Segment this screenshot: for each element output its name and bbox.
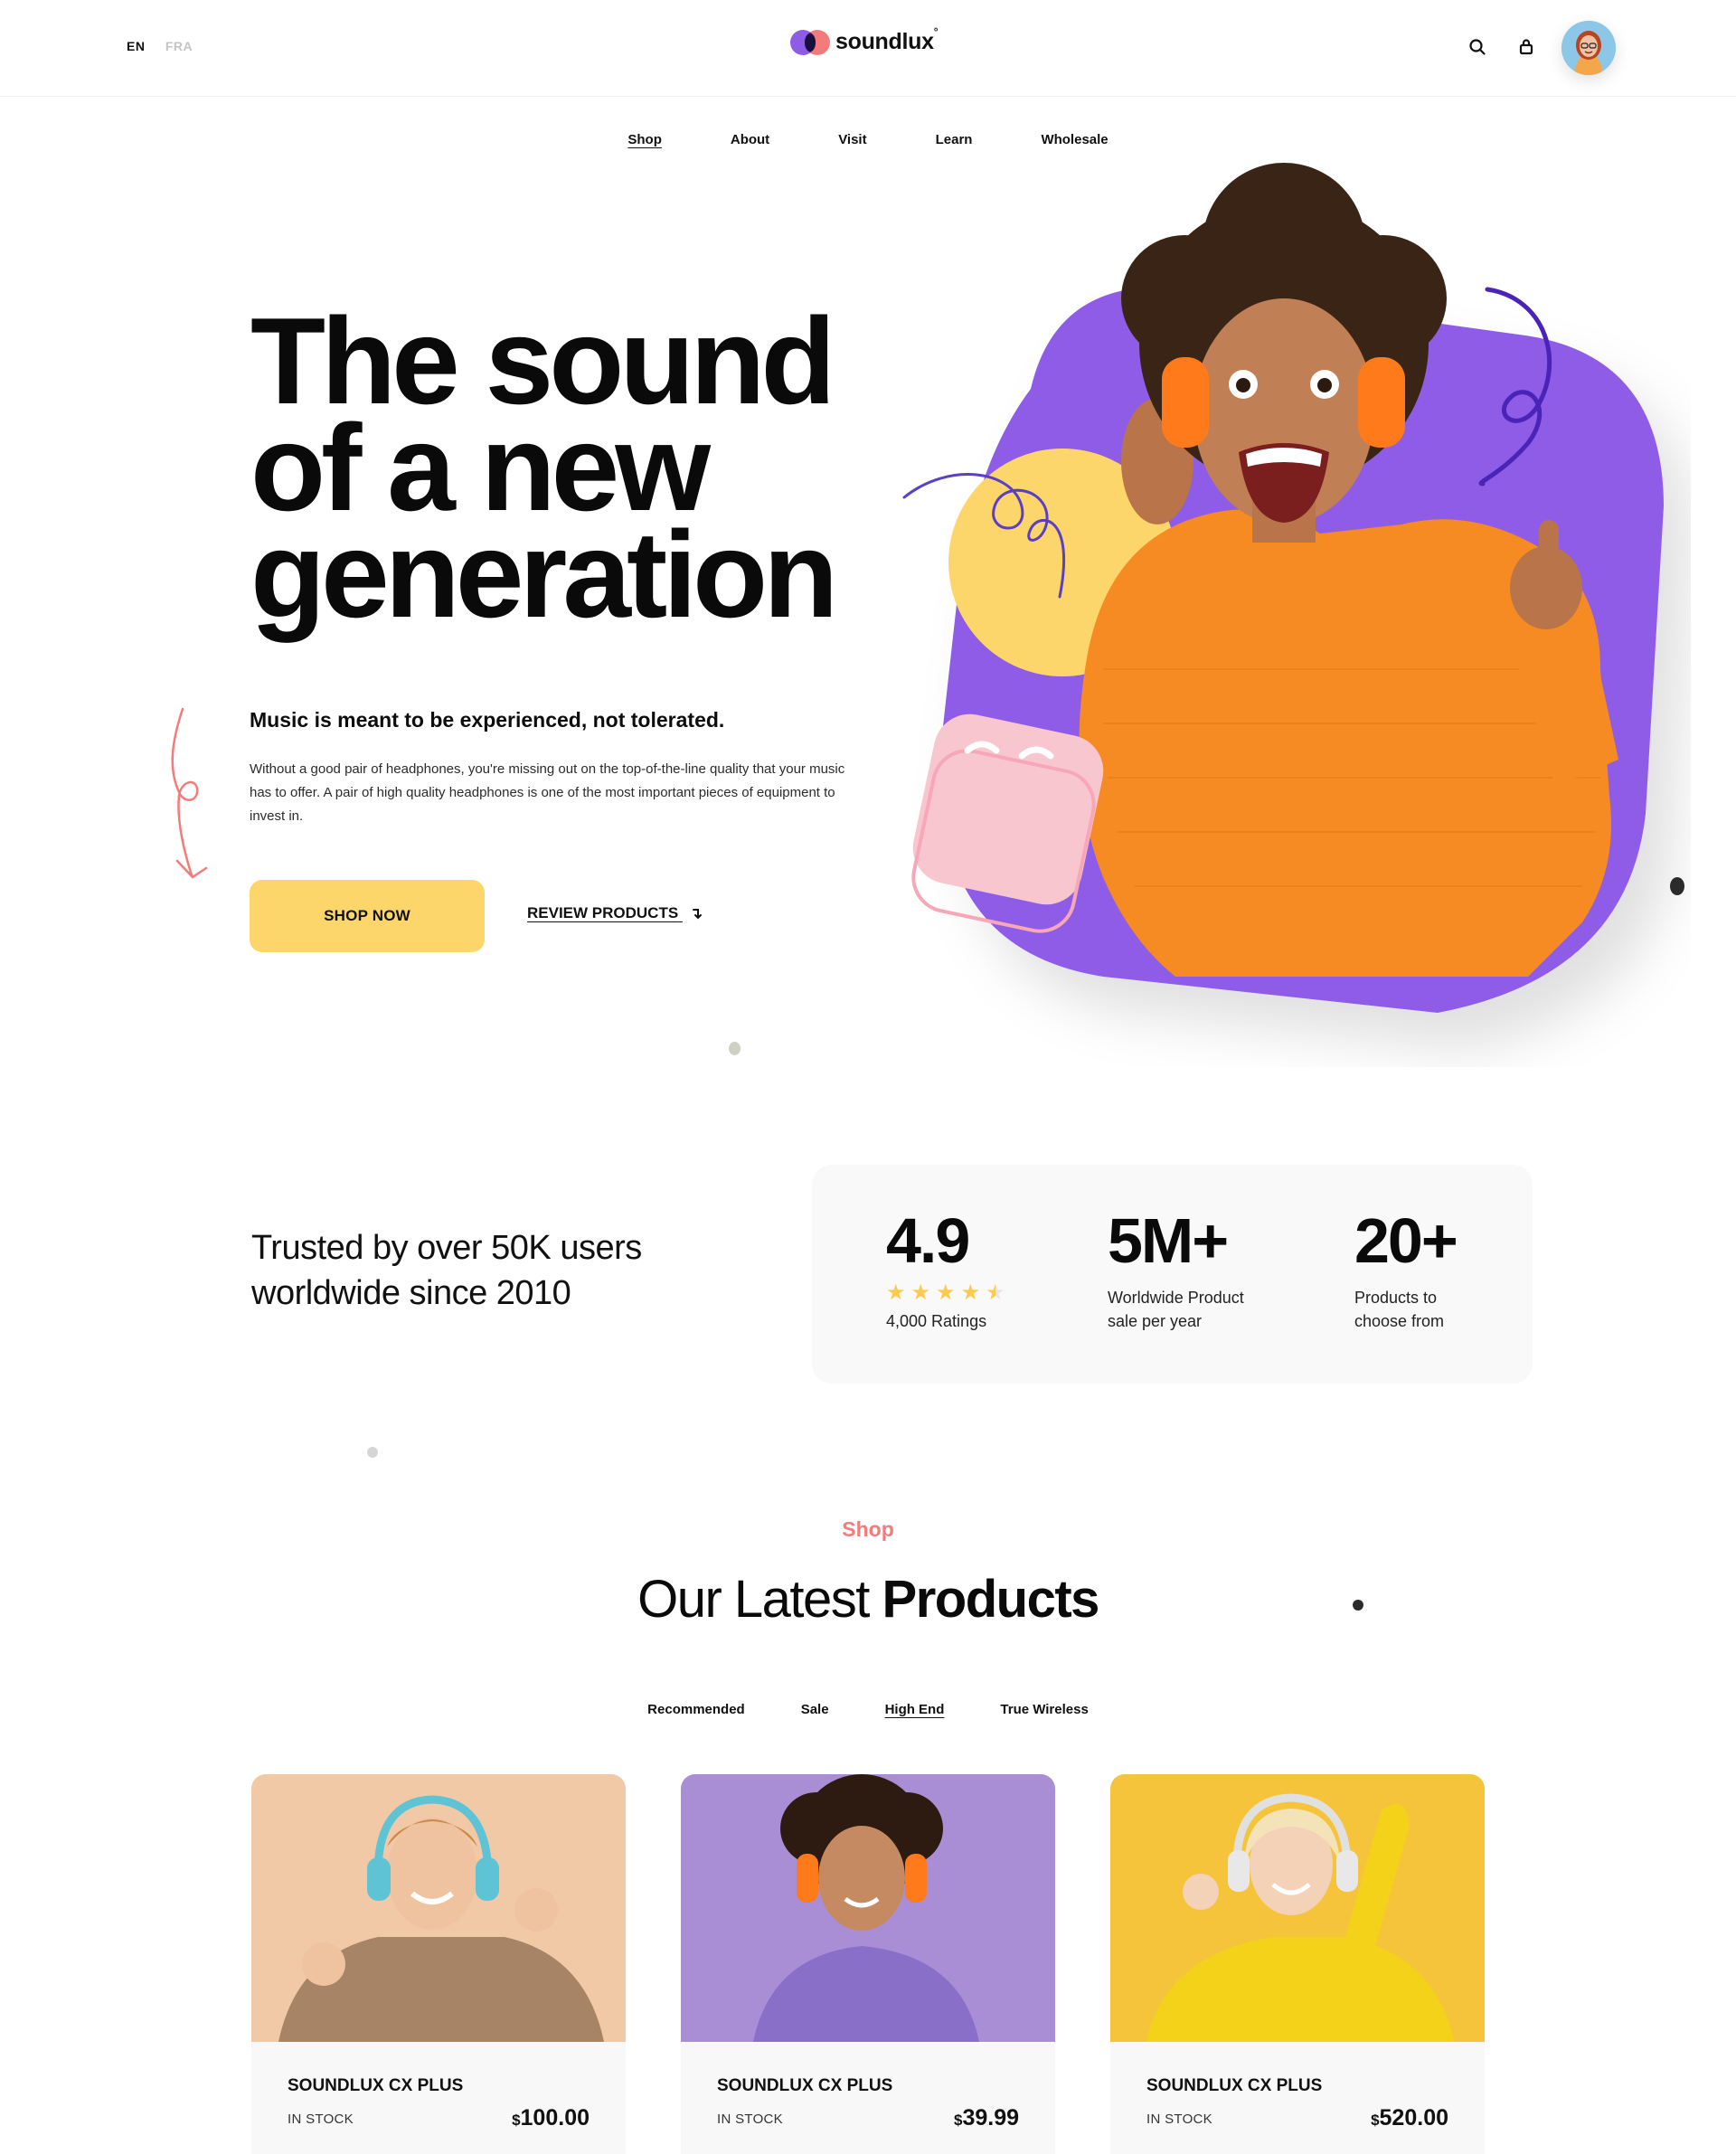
star-icon: ★ (886, 1280, 906, 1305)
decor-dot (367, 1447, 378, 1458)
review-products-link[interactable]: REVIEW PRODUCTS (527, 904, 703, 922)
star-icon: ★ (960, 1280, 981, 1305)
product-price: $100.00 (512, 2105, 590, 2130)
product-filter-tabs: Recommended Sale High End True Wireless (0, 1702, 1736, 1717)
user-avatar[interactable] (1561, 21, 1616, 75)
product-image (251, 1774, 626, 2042)
shopping-bag-icon[interactable] (1515, 36, 1537, 58)
product-name: SOUNDLUX CX PLUS (717, 2076, 893, 2095)
decor-dot (729, 1042, 741, 1055)
hero-subtitle: Music is meant to be experienced, not to… (250, 708, 725, 732)
curly-arrow-icon (171, 707, 208, 879)
site-header: EN FRA soundlux° (0, 0, 1736, 97)
brand-name: soundlux° (835, 24, 939, 54)
product-card[interactable]: SOUNDLUX CX PLUS IN STOCK $100.00 (251, 1774, 626, 2154)
shop-now-button[interactable]: SHOP NOW (250, 880, 485, 952)
review-products-label: REVIEW PRODUCTS (527, 904, 679, 921)
hero-title: The sound of a new generation (250, 299, 938, 636)
stat-products: 20+ Products to choose from (1354, 1205, 1458, 1333)
product-image (1110, 1774, 1485, 2042)
stat-label: 4,000 Ratings (886, 1312, 987, 1330)
product-name: SOUNDLUX CX PLUS (1146, 2076, 1323, 2095)
stats-card: 4.9 ★ ★ ★ ★ ★ 4,000 Ratings 5M+ Worldwid… (812, 1165, 1533, 1384)
product-card[interactable]: SOUNDLUX CX PLUS IN STOCK $520.00 (1110, 1774, 1485, 2154)
stat-label: Products to choose from (1354, 1289, 1445, 1330)
product-name: SOUNDLUX CX PLUS (288, 2076, 464, 2095)
language-switcher: EN FRA (127, 39, 193, 53)
hero-title-line: generation (250, 505, 838, 643)
stat-value: 4.9 (886, 1205, 970, 1276)
star-icon: ★ (936, 1280, 956, 1305)
stat-value: 5M+ (1108, 1205, 1229, 1276)
product-image (681, 1774, 1055, 2042)
stock-status: IN STOCK (717, 2111, 783, 2127)
avatar-portrait-icon (1561, 21, 1616, 75)
lang-fra-link[interactable]: FRA (165, 39, 193, 53)
section-eyebrow: Shop (842, 1517, 894, 1541)
stat-rating: 4.9 ★ ★ ★ ★ ★ 4,000 Ratings (886, 1205, 1005, 1333)
stat-value: 20+ (1354, 1205, 1458, 1276)
hero-illustration (902, 163, 1684, 1013)
stat-label: Worldwide Product sale per year (1108, 1289, 1244, 1330)
nav-item-visit[interactable]: Visit (838, 132, 866, 147)
filter-tab-recommended[interactable]: Recommended (647, 1702, 745, 1717)
trust-headline-line: Trusted by over 50K users (251, 1229, 642, 1267)
arrow-down-right-icon (692, 909, 702, 920)
headphone-right (1358, 357, 1405, 448)
nav-item-shop[interactable]: Shop (627, 132, 662, 147)
product-price: $520.00 (1371, 2105, 1448, 2130)
product-card[interactable]: SOUNDLUX CX PLUS IN STOCK $39.99 (681, 1774, 1055, 2154)
filter-tab-true-wireless[interactable]: True Wireless (1000, 1702, 1088, 1717)
star-icon: ★ (910, 1280, 931, 1305)
section-title: Our Latest Products (637, 1570, 1099, 1629)
nav-item-about[interactable]: About (731, 132, 769, 147)
nav-item-learn[interactable]: Learn (936, 132, 973, 147)
lang-en-link[interactable]: EN (127, 39, 145, 53)
main-nav: Shop About Visit Learn Wholesale (0, 132, 1736, 147)
filter-tab-high-end[interactable]: High End (885, 1702, 945, 1717)
product-price: $39.99 (953, 2105, 1019, 2130)
hero-body: Without a good pair of headphones, you'r… (250, 761, 845, 824)
headphone-left (1162, 357, 1209, 448)
stock-status: IN STOCK (1146, 2111, 1212, 2127)
filter-tab-sale[interactable]: Sale (801, 1702, 829, 1717)
rating-stars: ★ ★ ★ ★ ★ (886, 1282, 1005, 1304)
trust-headline: Trusted by over 50K users worldwide sinc… (251, 1225, 642, 1316)
trust-headline-line: worldwide since 2010 (251, 1274, 571, 1312)
stock-status: IN STOCK (288, 2111, 354, 2127)
brand-logo[interactable]: soundlux° (790, 24, 939, 55)
search-icon[interactable] (1467, 36, 1488, 58)
nav-item-wholesale[interactable]: Wholesale (1041, 132, 1108, 147)
stat-sales: 5M+ Worldwide Product sale per year (1108, 1205, 1244, 1333)
half-star-icon: ★ (986, 1280, 1005, 1305)
logo-mark-icon (790, 29, 830, 55)
